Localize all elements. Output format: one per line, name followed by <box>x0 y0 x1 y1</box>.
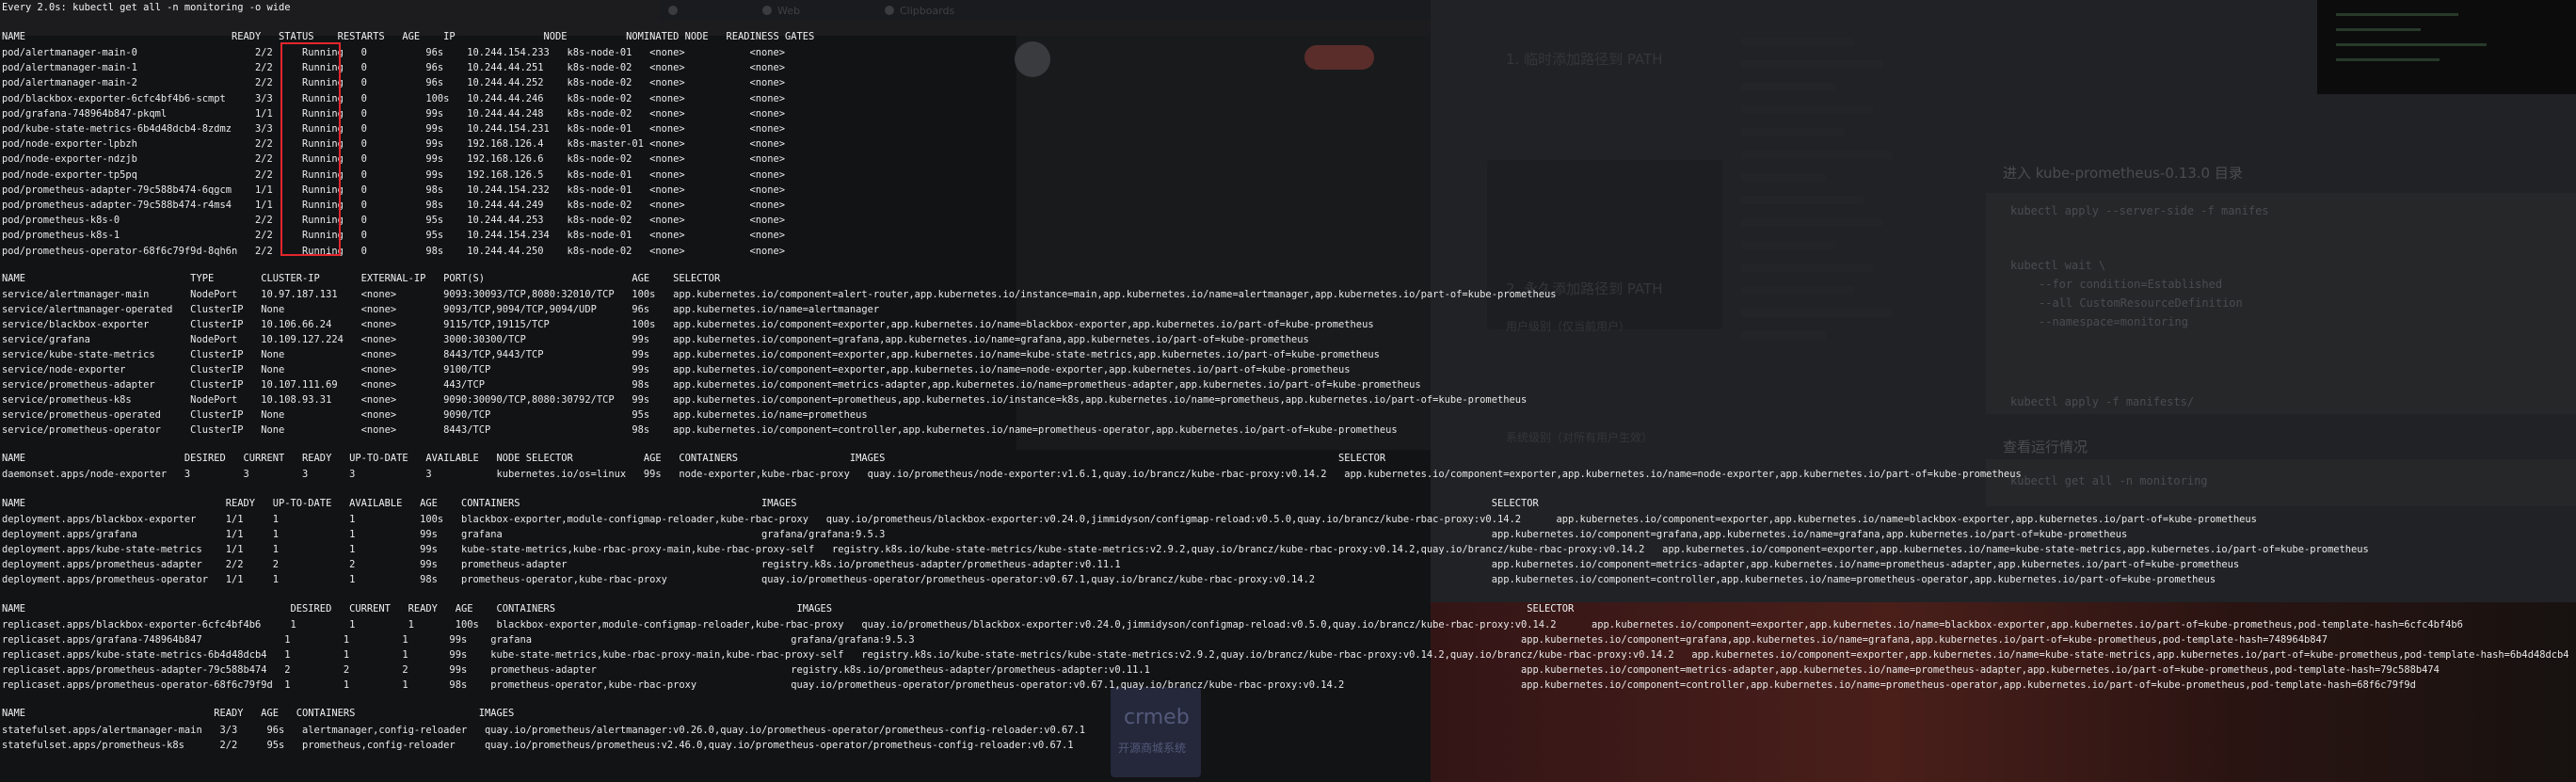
statefulset-row: statefulset.apps/prometheus-k8s 2/2 95s … <box>2 740 1074 751</box>
replicaset-row: replicaset.apps/prometheus-operator-68f6… <box>2 679 2416 691</box>
pod-row: pod/node-exporter-tp5pq 2/2 Running 0 99… <box>2 168 786 181</box>
replicaset-row: replicaset.apps/blackbox-exporter-6cfc4b… <box>2 619 2463 630</box>
pod-row: pod/node-exporter-lpbzh 2/2 Running 0 99… <box>2 138 786 151</box>
statefulset-row: statefulset.apps/alertmanager-main 3/3 9… <box>2 725 1086 736</box>
deployment-row: deployment.apps/prometheus-adapter 2/2 2… <box>2 559 2240 570</box>
pods-header: NAME READY STATUS RESTARTS AGE IP NODE N… <box>2 31 815 42</box>
replicaset-row: replicaset.apps/grafana-748964b847 1 1 1… <box>2 634 2328 646</box>
pod-row: pod/grafana-748964b847-pkqml 1/1 Running… <box>2 107 786 120</box>
service-row: service/kube-state-metrics ClusterIP Non… <box>2 349 1380 360</box>
service-row: service/prometheus-operated ClusterIP No… <box>2 409 868 421</box>
deployment-row: deployment.apps/grafana 1/1 1 1 99s graf… <box>2 529 2128 540</box>
services-header: NAME TYPE CLUSTER-IP EXTERNAL-IP PORT(S)… <box>2 273 721 284</box>
service-row: service/grafana NodePort 10.109.127.224 … <box>2 334 1309 345</box>
service-row: service/prometheus-operator ClusterIP No… <box>2 424 1398 436</box>
status-highlight-box <box>280 42 341 256</box>
deployment-row: deployment.apps/kube-state-metrics 1/1 1… <box>2 544 2369 555</box>
replicasets-header: NAME DESIRED CURRENT READY AGE CONTAINER… <box>2 603 1575 614</box>
watch-title: Every 2.0s: kubectl get all -n monitorin… <box>2 2 291 13</box>
pod-row: pod/prometheus-adapter-79c588b474-6qgcm … <box>2 184 786 196</box>
service-row: service/prometheus-adapter ClusterIP 10.… <box>2 379 1421 391</box>
pod-row: pod/node-exporter-ndzjb 2/2 Running 0 99… <box>2 153 786 166</box>
deployment-row: deployment.apps/blackbox-exporter 1/1 1 … <box>2 514 2257 525</box>
replicaset-row: replicaset.apps/prometheus-adapter-79c58… <box>2 664 2440 676</box>
statefulsets-header: NAME READY AGE CONTAINERS IMAGES <box>2 708 515 719</box>
daemonset-row: daemonset.apps/node-exporter 3 3 3 3 3 k… <box>2 469 2022 480</box>
service-row: service/alertmanager-main NodePort 10.97… <box>2 289 1557 300</box>
daemonsets-header: NAME DESIRED CURRENT READY UP-TO-DATE AV… <box>2 453 1386 464</box>
pod-row: pod/prometheus-adapter-79c588b474-r4ms4 … <box>2 199 786 211</box>
service-row: service/prometheus-k8s NodePort 10.108.9… <box>2 394 1528 406</box>
service-row: service/alertmanager-operated ClusterIP … <box>2 304 880 315</box>
pod-row: pod/alertmanager-main-1 2/2 Running 0 96… <box>2 62 786 74</box>
pod-row: pod/kube-state-metrics-6b4d48dcb4-8zdmz … <box>2 123 786 135</box>
service-row: service/node-exporter ClusterIP None <no… <box>2 364 1351 375</box>
pod-row: pod/alertmanager-main-2 2/2 Running 0 96… <box>2 77 786 89</box>
pod-row: pod/alertmanager-main-0 2/2 Running 0 96… <box>2 47 786 58</box>
deployments-header: NAME READY UP-TO-DATE AVAILABLE AGE CONT… <box>2 498 1539 509</box>
pod-row: pod/prometheus-operator-68f6c79f9d-8qh6n… <box>2 245 786 257</box>
pod-row: pod/blackbox-exporter-6cfc4bf4b6-scmpt 3… <box>2 92 786 104</box>
pod-row: pod/prometheus-k8s-1 2/2 Running 0 95s 1… <box>2 230 786 242</box>
pod-row: pod/prometheus-k8s-0 2/2 Running 0 95s 1… <box>2 215 786 227</box>
replicaset-row: replicaset.apps/kube-state-metrics-6b4d4… <box>2 649 2569 661</box>
deployment-row: deployment.apps/prometheus-operator 1/1 … <box>2 574 2216 585</box>
terminal-window[interactable]: Every 2.0s: kubectl get all -n monitorin… <box>0 0 2576 782</box>
service-row: service/blackbox-exporter ClusterIP 10.1… <box>2 319 1374 330</box>
